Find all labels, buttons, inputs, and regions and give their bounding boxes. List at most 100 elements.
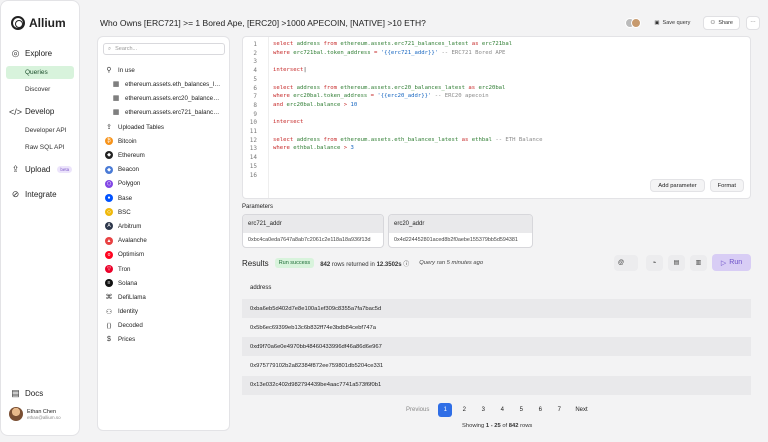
save-query-button[interactable]: ▣ Save query bbox=[647, 16, 697, 30]
table-row[interactable]: 0x975779102b2a82384f872ee759801db5204ce3… bbox=[242, 357, 751, 376]
showing-of: of bbox=[502, 423, 508, 429]
code-line-8: and erc20bal.balance > 10 bbox=[273, 101, 358, 108]
table-icon: ▦ bbox=[112, 95, 120, 102]
user-email: ethan@allium.so bbox=[27, 414, 61, 420]
schema-in-use[interactable]: ⚲ In use bbox=[105, 66, 134, 75]
nav-item-discover[interactable]: Discover bbox=[6, 83, 74, 96]
query-title[interactable]: Who Owns [ERC721] >= 1 Bored Ape, [ERC20… bbox=[100, 18, 426, 28]
schema-item-label: Identity bbox=[118, 308, 138, 316]
schema-item-polygon[interactable]: ⬡ Polygon bbox=[105, 179, 140, 188]
schema-item-uploaded-tables[interactable]: ⇪ Uploaded Tables bbox=[105, 123, 164, 132]
duration: 12.3502s bbox=[376, 261, 402, 268]
user-name: Ethan Chen bbox=[27, 408, 57, 415]
schema-item-beacon[interactable]: ◆ Beacon bbox=[105, 165, 139, 174]
schema-item-solana[interactable]: ≡ Solana bbox=[105, 279, 137, 288]
line-number: 5 bbox=[253, 75, 257, 83]
rows-text: rows returned in bbox=[331, 261, 375, 268]
page-button-5[interactable]: 5 bbox=[514, 403, 528, 417]
previous-page-button[interactable]: Previous bbox=[402, 403, 433, 417]
code-line-13: where ethbal.balance > 3 bbox=[273, 145, 354, 152]
nav-docs[interactable]: ▤ Docs bbox=[11, 388, 44, 398]
upload-icon: ⇪ bbox=[11, 164, 20, 174]
code-line-7: where erc20bal.token_address = '{{erc20_… bbox=[273, 93, 489, 100]
info-icon[interactable]: ⓘ bbox=[403, 262, 409, 268]
nav-item-raw-sql-api[interactable]: Raw SQL API bbox=[6, 141, 74, 154]
nav-integrate[interactable]: ⊘ Integrate bbox=[11, 189, 57, 199]
decoded-icon: ⟨⟩ bbox=[106, 322, 112, 330]
schema-item-ethereum[interactable]: ◆ Ethereum bbox=[105, 151, 145, 160]
page-button-7[interactable]: 7 bbox=[552, 403, 566, 417]
chart-icon: ⌁ bbox=[652, 260, 657, 266]
code-line-1: select address from ethereum.assets.erc7… bbox=[273, 41, 513, 47]
page-button-1[interactable]: 1 bbox=[438, 403, 453, 417]
schema-item-identity[interactable]: ⚇ Identity bbox=[105, 308, 138, 316]
download-button[interactable]: ▤ bbox=[668, 254, 685, 271]
schema-item-bitcoin[interactable]: ₿ Bitcoin bbox=[105, 137, 137, 146]
line-number: 3 bbox=[253, 58, 257, 66]
table-row[interactable]: 0xd9f70a6e0e4970bb48460433996df46a86d6e9… bbox=[242, 337, 751, 357]
schema-item-defillama[interactable]: ⌘ DefiLlama bbox=[105, 293, 146, 302]
schema-item-avalanche[interactable]: ▲ Avalanche bbox=[105, 236, 147, 245]
schema-item-label: Beacon bbox=[118, 166, 139, 174]
next-page-button[interactable]: Next bbox=[571, 403, 591, 417]
parameter-erc20[interactable]: erc20_addr 0x4d224452801aced8b2f0aebe155… bbox=[388, 214, 533, 248]
schema-item-label: Uploaded Tables bbox=[118, 123, 164, 131]
share-button[interactable]: ⚇ Share bbox=[703, 16, 740, 30]
nav-upload[interactable]: ⇪ Upload beta bbox=[11, 164, 73, 174]
run-button[interactable]: ▷ Run bbox=[712, 254, 751, 271]
table-row[interactable]: 0xba6eb5d402d7e8e100a1ef309c8355a7fa7bac… bbox=[242, 299, 751, 318]
schema-item-optimism[interactable]: o Optimism bbox=[105, 250, 144, 259]
parameter-value-input[interactable]: 0xbc4ca0eda7647a8ab7c2061c2e118a18a936f1… bbox=[243, 233, 383, 247]
showing-range: 1 - 25 bbox=[485, 423, 501, 429]
limit-toggle[interactable]: @ bbox=[614, 254, 638, 271]
table-row[interactable]: 0x13e032c402d982794439be4aac7741a573f6f0… bbox=[242, 375, 751, 395]
polygon-icon: ⬡ bbox=[105, 179, 113, 188]
schema-item-tron[interactable]: ▽ Tron bbox=[105, 265, 131, 273]
chart-view-button[interactable]: ⌁ bbox=[646, 254, 663, 271]
file-icon: ▤ bbox=[673, 260, 680, 266]
defillama-icon: ⌘ bbox=[105, 294, 113, 302]
schema-item-label: Bitcoin bbox=[118, 137, 137, 145]
save-query-label: Save query bbox=[662, 20, 691, 26]
avatar bbox=[631, 18, 642, 28]
line-number: 15 bbox=[249, 162, 257, 170]
editor-actions: Add parameter Format bbox=[650, 179, 744, 192]
format-button[interactable]: Format bbox=[709, 179, 744, 192]
nav-develop[interactable]: </> Develop bbox=[9, 107, 54, 117]
nav-docs-label: Docs bbox=[25, 389, 44, 398]
column-header-address[interactable]: address bbox=[242, 279, 751, 297]
schema-table-item[interactable]: ▦ ethereum.assets.erc721_balances_latest bbox=[112, 108, 221, 117]
schema-search-input[interactable]: ⌕ Search... bbox=[103, 43, 225, 55]
parameter-value-input[interactable]: 0x4d224452801aced8b2f0aebe155379bb5d5943… bbox=[389, 233, 532, 247]
schema-item-prices[interactable]: $ Prices bbox=[105, 336, 135, 343]
results-bar: Results Run success 842 rows returned in… bbox=[242, 258, 483, 268]
parameters-heading: Parameters bbox=[242, 204, 274, 210]
page-button-3[interactable]: 3 bbox=[476, 403, 490, 417]
brand-name: Allium bbox=[29, 16, 66, 30]
schema-item-bsc[interactable]: ◇ BSC bbox=[105, 208, 131, 217]
schema-table-item[interactable]: ▦ ethereum.assets.erc20_balances_latest bbox=[112, 94, 221, 103]
table-row[interactable]: 0x5b6ec69399eb13c6b832ff74e3bdb84cebf747… bbox=[242, 318, 751, 337]
line-number: 2 bbox=[253, 49, 257, 57]
page-button-6[interactable]: 6 bbox=[533, 403, 547, 417]
user-profile[interactable]: Ethan Chen ethan@allium.so bbox=[9, 407, 61, 421]
nav-explore[interactable]: ◎ Explore bbox=[11, 48, 53, 58]
schema-item-base[interactable]: ● Base bbox=[105, 194, 132, 202]
schema-item-arbitrum[interactable]: A Arbitrum bbox=[105, 222, 141, 231]
solana-icon: ≡ bbox=[105, 279, 113, 288]
page-button-2[interactable]: 2 bbox=[457, 403, 471, 417]
add-parameter-button[interactable]: Add parameter bbox=[650, 179, 705, 192]
allium-logo[interactable]: Allium bbox=[11, 16, 66, 30]
showing-rows: rows bbox=[520, 423, 533, 429]
sql-editor[interactable]: 1 2 3 4 5 6 7 8 9 10 11 12 13 14 15 16 select address f… bbox=[242, 36, 751, 199]
nav-item-queries[interactable]: Queries bbox=[6, 66, 74, 79]
export-button[interactable]: ▥ bbox=[690, 254, 707, 271]
code-line-10: intersect bbox=[273, 119, 304, 126]
schema-item-decoded[interactable]: ⟨⟩ Decoded bbox=[105, 322, 143, 330]
page-button-4[interactable]: 4 bbox=[495, 403, 509, 417]
parameter-erc721[interactable]: erc721_addr 0xbc4ca0eda7647a8ab7c2061c2e… bbox=[242, 214, 384, 248]
nav-item-developer-api[interactable]: Developer API bbox=[6, 124, 74, 137]
schema-table-item[interactable]: ▦ ethereum.assets.eth_balances_latest bbox=[112, 80, 221, 89]
nav-explore-label: Explore bbox=[25, 49, 53, 58]
more-options-button[interactable]: ⋯ bbox=[746, 16, 760, 30]
